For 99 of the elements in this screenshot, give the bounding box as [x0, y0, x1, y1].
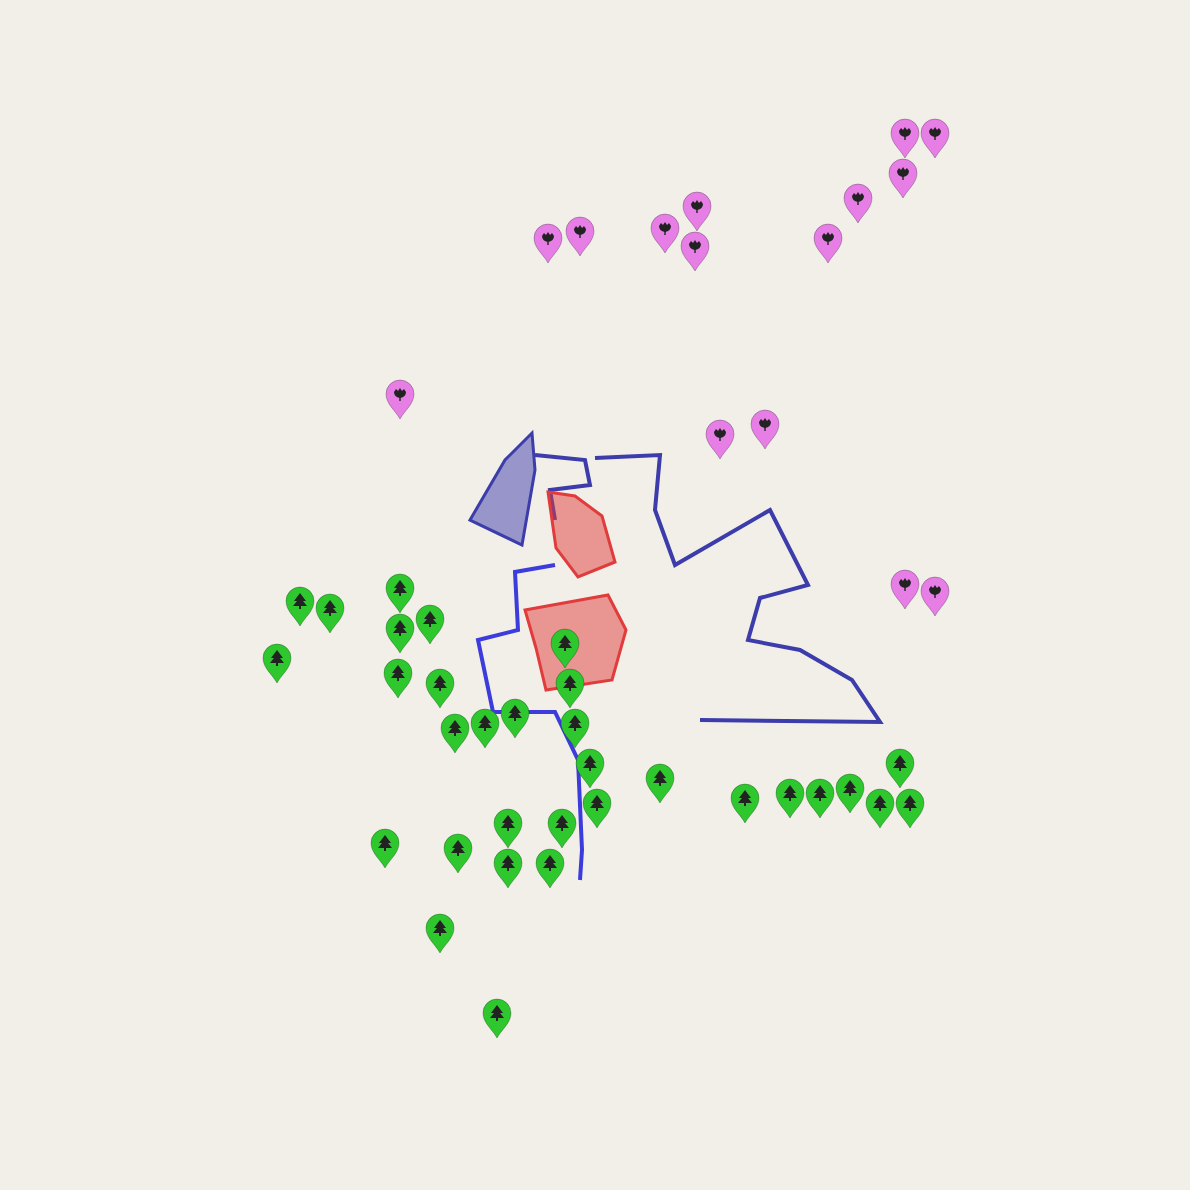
map-pin[interactable]: [385, 614, 415, 654]
map-pin[interactable]: [680, 232, 710, 272]
map-pin[interactable]: [888, 159, 918, 199]
tree-icon: [893, 755, 907, 771]
map-pin[interactable]: [835, 774, 865, 814]
tree-icon: [543, 855, 557, 871]
flower-icon: [822, 232, 834, 245]
tree-icon: [563, 675, 577, 691]
route-line[interactable]: [594, 452, 884, 725]
map-pin[interactable]: [650, 214, 680, 254]
tree-icon: [873, 795, 887, 811]
flower-icon: [659, 222, 671, 235]
map-pin[interactable]: [425, 914, 455, 954]
map-pin[interactable]: [750, 410, 780, 450]
map-pin[interactable]: [443, 834, 473, 874]
flower-icon: [852, 192, 864, 205]
flower-icon: [899, 578, 911, 591]
tree-icon: [323, 600, 337, 616]
map-pin[interactable]: [550, 629, 580, 669]
map-pin[interactable]: [425, 669, 455, 709]
tree-icon: [478, 715, 492, 731]
tree-icon: [270, 650, 284, 666]
map-pin[interactable]: [682, 192, 712, 232]
flower-icon: [897, 167, 909, 180]
flower-icon: [394, 388, 406, 401]
tree-icon: [393, 620, 407, 636]
map-pin[interactable]: [730, 784, 760, 824]
flower-icon: [899, 127, 911, 140]
flower-icon: [929, 585, 941, 598]
flower-icon: [691, 200, 703, 213]
map-pin[interactable]: [843, 184, 873, 224]
map-pin[interactable]: [415, 605, 445, 645]
map-pin[interactable]: [500, 699, 530, 739]
tree-icon: [451, 840, 465, 856]
map-pin[interactable]: [885, 749, 915, 789]
tree-icon: [423, 611, 437, 627]
map-pin[interactable]: [493, 849, 523, 889]
flower-icon: [929, 127, 941, 140]
map-pin[interactable]: [440, 714, 470, 754]
map-pin[interactable]: [895, 789, 925, 829]
tree-icon: [813, 785, 827, 801]
tree-icon: [391, 665, 405, 681]
map-pin[interactable]: [805, 779, 835, 819]
tree-icon: [293, 593, 307, 609]
tree-icon: [558, 635, 572, 651]
area-overlay[interactable]: [467, 429, 537, 548]
map-pin[interactable]: [582, 789, 612, 829]
tree-icon: [843, 780, 857, 796]
map-pin[interactable]: [383, 659, 413, 699]
tree-icon: [508, 705, 522, 721]
map-pin[interactable]: [385, 380, 415, 420]
map-pin[interactable]: [493, 809, 523, 849]
tree-icon: [433, 675, 447, 691]
map-pin[interactable]: [385, 574, 415, 614]
map-pin[interactable]: [565, 217, 595, 257]
map-pin[interactable]: [645, 764, 675, 804]
map-pin[interactable]: [470, 709, 500, 749]
map-pin[interactable]: [285, 587, 315, 627]
tree-icon: [433, 920, 447, 936]
map-pin[interactable]: [705, 420, 735, 460]
tree-icon: [653, 770, 667, 786]
route-line[interactable]: [534, 453, 593, 521]
tree-icon: [501, 815, 515, 831]
tree-icon: [738, 790, 752, 806]
map-pin[interactable]: [533, 224, 563, 264]
map-pin[interactable]: [315, 594, 345, 634]
map-pin[interactable]: [920, 577, 950, 617]
map-pin[interactable]: [555, 669, 585, 709]
tree-icon: [490, 1005, 504, 1021]
tree-icon: [568, 715, 582, 731]
map-pin[interactable]: [370, 829, 400, 869]
map-pin[interactable]: [560, 709, 590, 749]
tree-icon: [783, 785, 797, 801]
map-pin[interactable]: [262, 644, 292, 684]
tree-icon: [448, 720, 462, 736]
tree-icon: [583, 755, 597, 771]
flower-icon: [542, 232, 554, 245]
map-pin[interactable]: [865, 789, 895, 829]
map-pin[interactable]: [547, 809, 577, 849]
tree-icon: [590, 795, 604, 811]
map-pin[interactable]: [813, 224, 843, 264]
tree-icon: [378, 835, 392, 851]
tree-icon: [501, 855, 515, 871]
route-line[interactable]: [475, 563, 584, 881]
map-pin[interactable]: [890, 570, 920, 610]
flower-icon: [759, 418, 771, 431]
tree-icon: [393, 580, 407, 596]
map-pin[interactable]: [482, 999, 512, 1039]
map-pin[interactable]: [890, 119, 920, 159]
flower-icon: [574, 225, 586, 238]
flower-icon: [714, 428, 726, 441]
tree-icon: [555, 815, 569, 831]
map-pin[interactable]: [535, 849, 565, 889]
tree-icon: [903, 795, 917, 811]
map-pin[interactable]: [775, 779, 805, 819]
area-overlay[interactable]: [546, 490, 617, 579]
map-pin[interactable]: [920, 119, 950, 159]
map-pin[interactable]: [575, 749, 605, 789]
flower-icon: [689, 240, 701, 253]
